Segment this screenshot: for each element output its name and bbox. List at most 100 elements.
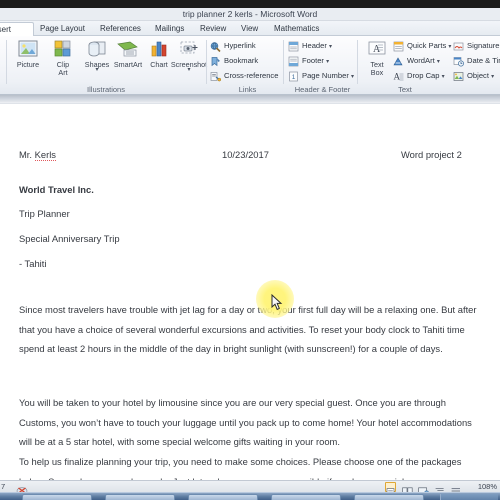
links-group-label: Links (238, 85, 257, 94)
object-label: Object (467, 71, 489, 80)
tab-view[interactable]: View (237, 21, 262, 36)
text-box-icon: A (366, 39, 388, 60)
screenshot-icon (178, 39, 200, 60)
ruler[interactable] (0, 95, 500, 104)
zoom-level[interactable]: 108% (478, 482, 497, 491)
taskbar-item[interactable] (271, 494, 341, 500)
ribbon-group-links: Hyperlink Bookmark Cross-reference Links (207, 36, 288, 95)
ribbon-group-illustrations: Picture Clip Art Shapes ▾ SmartArt Chart… (7, 36, 207, 95)
picture-button[interactable]: Picture (10, 38, 46, 82)
date-time-icon (453, 56, 464, 67)
ribbon-group-text: A Text Box Quick Parts ▾ WordArt ▾ A Dro… (358, 36, 500, 95)
tab-references[interactable]: References (96, 21, 145, 36)
chevron-down-icon[interactable]: ▾ (442, 74, 445, 80)
wordart-label: WordArt (407, 56, 435, 65)
clip-art-button[interactable]: Clip Art (45, 38, 81, 82)
window-title-bar-top-edge (0, 0, 500, 8)
taskbar-item[interactable] (188, 494, 258, 500)
bookmark-icon (210, 56, 221, 67)
document-header-author: Mr. Kerls (19, 149, 56, 161)
tab-review[interactable]: Review (196, 21, 230, 36)
date-time-label: Date & Time (467, 56, 500, 65)
document-header-assignment: Word project 2 (401, 149, 462, 160)
header-label: Header (302, 41, 327, 50)
taskbar-item[interactable] (105, 494, 175, 500)
document-paragraph-2: You will be taken to your hotel by limou… (19, 397, 472, 448)
full-screen-reading-view-button[interactable] (401, 482, 413, 495)
quick-parts-label: Quick Parts (407, 41, 447, 50)
taskbar-item[interactable] (354, 494, 424, 500)
drop-cap-button[interactable]: A Drop Cap ▾ (393, 69, 445, 83)
document-canvas[interactable]: Mr. Kerls 10/23/2017 Word project 2 Worl… (0, 95, 500, 480)
picture-icon (17, 39, 39, 60)
text-box-button[interactable]: A Text Box (359, 38, 395, 82)
status-bar: 7 108% (0, 480, 500, 496)
signature-line-button[interactable]: Signature Line ▾ (453, 39, 500, 53)
document-paragraph-1: Since most travelers have trouble with j… (19, 304, 477, 355)
shapes-icon (86, 39, 108, 60)
signature-line-label: Signature Line (467, 41, 500, 50)
tab-insert[interactable]: Insert (0, 22, 34, 37)
page-number-label: Page Number (302, 71, 349, 80)
tab-page-layout[interactable]: Page Layout (36, 21, 89, 36)
screenshot-button[interactable]: Screenshot ▾ (168, 38, 210, 82)
chevron-down-icon[interactable]: ▾ (329, 44, 332, 50)
cross-reference-button[interactable]: Cross-reference (210, 69, 278, 83)
tab-mathematics[interactable]: Mathematics (270, 21, 323, 36)
document-line-special-trip: Special Anniversary Trip (19, 233, 120, 244)
windows-taskbar (0, 492, 500, 500)
tab-mailings[interactable]: Mailings (151, 21, 188, 36)
wordart-button[interactable]: WordArt ▾ (393, 54, 440, 68)
picture-label: Picture (16, 60, 40, 69)
misspelled-word: Kerls (34, 149, 56, 161)
footer-button[interactable]: Footer ▾ (288, 54, 329, 68)
header-button[interactable]: Header ▾ (288, 39, 332, 53)
drop-cap-label: Drop Cap (407, 71, 440, 80)
clip-art-icon (52, 39, 74, 60)
document-line-destination: - Tahiti (19, 258, 47, 269)
header-author-prefix: Mr. (19, 149, 35, 160)
illustrations-group-label: Illustrations (87, 85, 125, 94)
hyperlink-label: Hyperlink (224, 41, 256, 50)
footer-label: Footer (302, 56, 324, 65)
footer-icon (288, 56, 299, 67)
svg-text:1: 1 (292, 74, 296, 81)
svg-text:A: A (394, 72, 401, 82)
hyperlink-button[interactable]: Hyperlink (210, 39, 256, 53)
draft-view-button[interactable] (451, 482, 462, 494)
document-paragraph-3: To help us finalize planning your trip, … (19, 456, 462, 480)
drop-cap-icon: A (393, 71, 404, 82)
outline-view-button[interactable] (435, 482, 446, 495)
chevron-down-icon[interactable]: ▾ (326, 59, 329, 65)
chevron-down-icon[interactable]: ▾ (491, 74, 494, 80)
ribbon: Picture Clip Art Shapes ▾ SmartArt Chart… (0, 36, 500, 95)
document-line-trip-planner: Trip Planner (19, 208, 70, 219)
chevron-down-icon[interactable]: ▾ (448, 44, 451, 50)
quick-parts-button[interactable]: Quick Parts ▾ (393, 39, 451, 53)
object-icon (453, 71, 464, 82)
document-page[interactable]: Mr. Kerls 10/23/2017 Word project 2 Worl… (0, 105, 500, 480)
chevron-down-icon[interactable]: ▾ (437, 59, 440, 65)
word-count[interactable]: 7 (1, 482, 5, 491)
word-application-window: trip planner 2 kerls - Microsoft Word In… (0, 0, 500, 500)
web-layout-view-button[interactable] (418, 482, 429, 496)
taskbar-item[interactable] (22, 494, 92, 500)
smartart-icon (117, 39, 139, 60)
header-icon (288, 41, 299, 52)
svg-text:A: A (373, 44, 381, 55)
wordart-icon (393, 56, 404, 67)
bookmark-button[interactable]: Bookmark (210, 54, 258, 68)
quick-parts-icon (393, 41, 404, 52)
object-button[interactable]: Object ▾ (453, 69, 494, 83)
proofing-errors-icon[interactable] (16, 482, 28, 495)
system-tray[interactable] (440, 494, 498, 500)
page-number-button[interactable]: 1 Page Number ▾ (288, 69, 354, 83)
hyperlink-icon (210, 41, 221, 53)
signature-line-icon (453, 41, 464, 52)
date-time-button[interactable]: Date & Time (453, 54, 500, 68)
chevron-down-icon[interactable]: ▾ (351, 74, 354, 80)
chart-icon (148, 39, 170, 60)
clip-art-label-line2: Art (58, 68, 68, 77)
print-layout-view-button[interactable] (385, 482, 397, 496)
ribbon-tab-strip: Insert Page Layout References Mailings R… (0, 21, 500, 37)
